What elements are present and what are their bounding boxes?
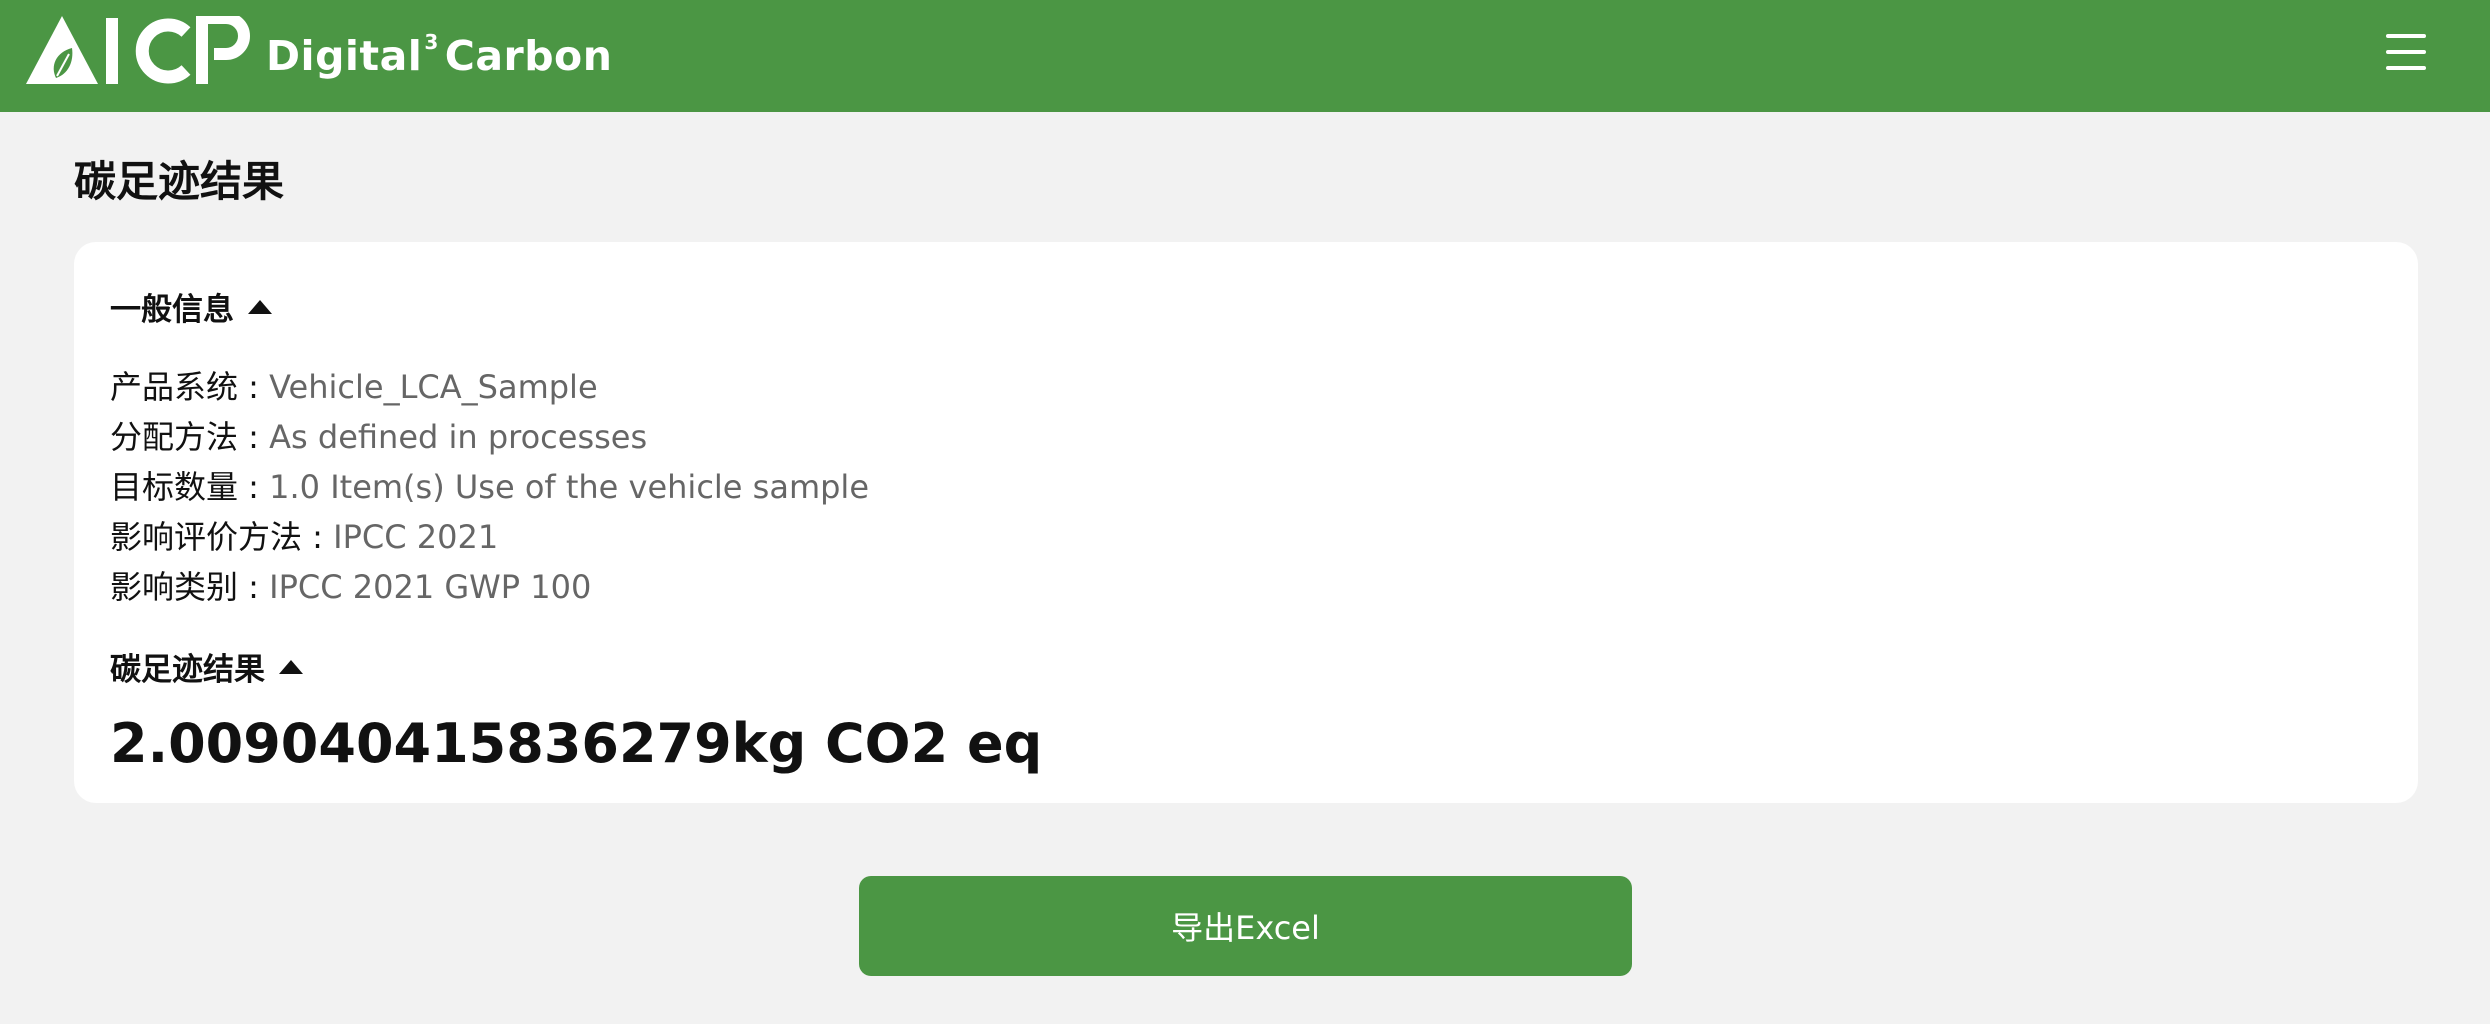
export-excel-button[interactable]: 导出Excel	[859, 876, 1632, 976]
info-value: 1.0 Item(s) Use of the vehicle sample	[269, 468, 869, 506]
carbon-result-heading: 碳足迹结果	[110, 652, 265, 688]
info-value: Vehicle_LCA_Sample	[269, 368, 598, 406]
carbon-result-toggle[interactable]: 碳足迹结果	[110, 644, 303, 689]
logo-leaf-icon	[26, 16, 250, 84]
page-title: 碳足迹结果	[74, 157, 285, 206]
info-row-impact-method: 影响评价方法 : IPCC 2021	[110, 512, 498, 558]
info-label: 分配方法 :	[110, 418, 270, 456]
general-info-heading: 一般信息	[110, 292, 234, 328]
info-row-target-amount: 目标数量 : 1.0 Item(s) Use of the vehicle sa…	[110, 462, 869, 508]
carbon-footprint-value: 2.009040415836279kg CO2 eq	[110, 712, 1043, 775]
top-navbar: Digital 3 Carbon	[0, 0, 2490, 112]
result-card: 一般信息 产品系统 : Vehicle_LCA_Sample 分配方法 : As…	[74, 242, 2418, 803]
info-label: 产品系统 :	[110, 368, 270, 406]
brand-superscript: 3	[424, 30, 439, 55]
brand-title: Digital 3 Carbon	[266, 30, 613, 80]
info-value: IPCC 2021 GWP 100	[269, 568, 592, 606]
brand-name: Digital	[266, 32, 423, 80]
info-row-impact-category: 影响类别 : IPCC 2021 GWP 100	[110, 562, 591, 608]
info-row-allocation-method: 分配方法 : As defined in processes	[110, 412, 647, 458]
brand-suffix: Carbon	[444, 32, 613, 80]
info-label: 目标数量 :	[110, 468, 270, 506]
info-label: 影响类别 :	[110, 568, 270, 606]
collapse-up-icon	[248, 299, 272, 314]
hamburger-menu-icon[interactable]	[2378, 26, 2434, 82]
collapse-up-icon	[279, 659, 303, 674]
info-value: IPCC 2021	[333, 518, 499, 556]
info-row-product-system: 产品系统 : Vehicle_LCA_Sample	[110, 362, 598, 408]
info-label: 影响评价方法 :	[110, 518, 334, 556]
general-info-toggle[interactable]: 一般信息	[110, 284, 272, 329]
aicp-logo[interactable]	[26, 16, 256, 86]
info-value: As defined in processes	[269, 418, 648, 456]
